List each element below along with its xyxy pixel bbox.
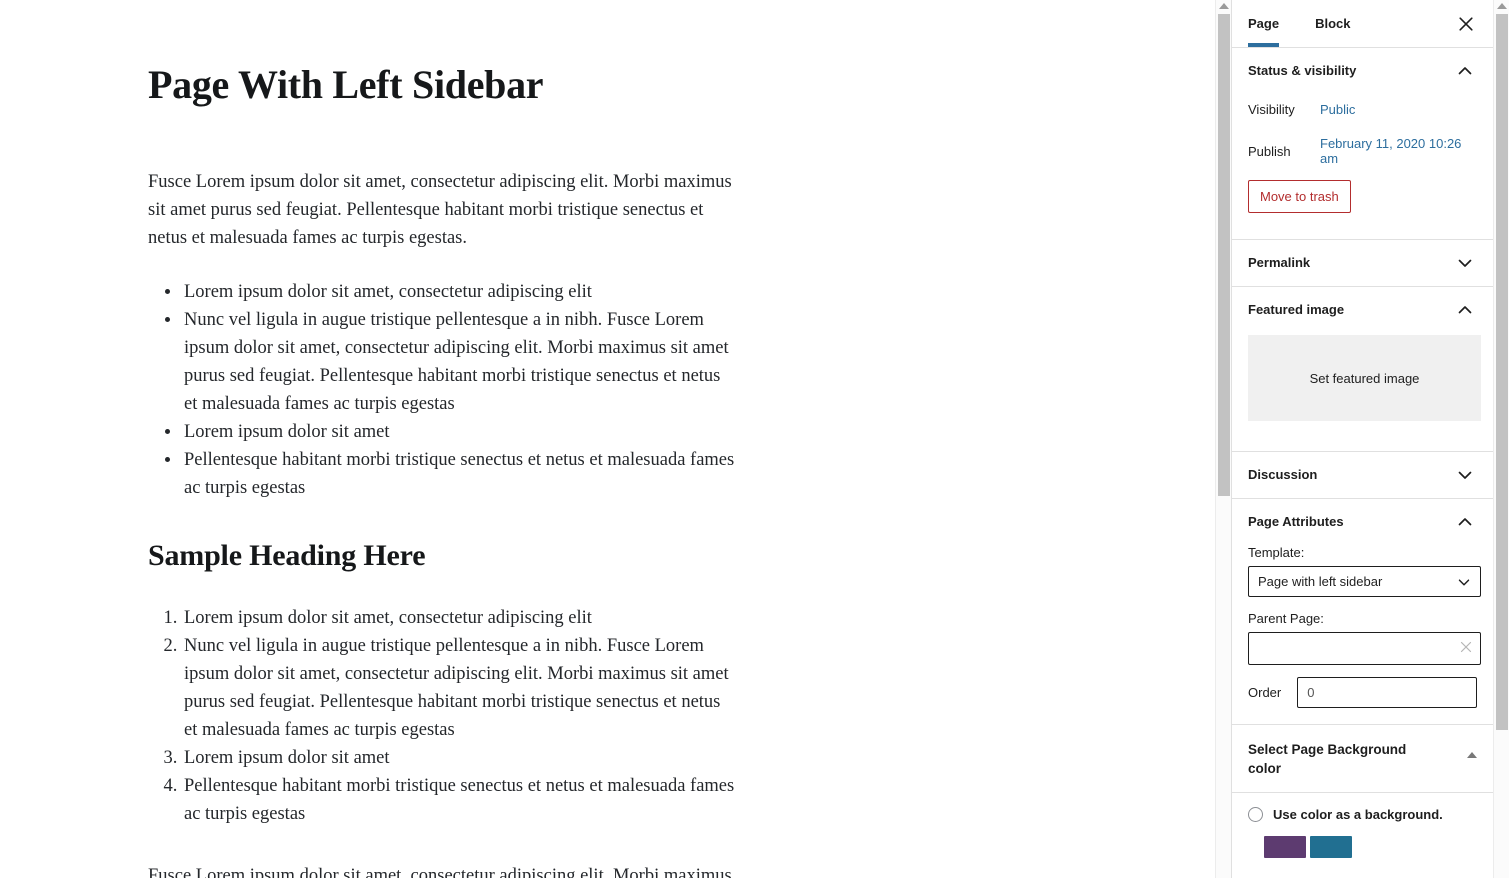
section-status-visibility-body: Visibility Public Publish February 11, 2…	[1248, 94, 1477, 239]
move-to-trash-button[interactable]: Move to trash	[1248, 180, 1351, 213]
section-title: Featured image	[1248, 302, 1345, 318]
template-label: Template:	[1248, 545, 1305, 560]
publish-row: Publish February 11, 2020 10:26 am	[1248, 136, 1477, 166]
section-status-visibility-header[interactable]: Status & visibility	[1248, 48, 1477, 94]
section-title: Page Attributes	[1248, 514, 1344, 530]
scroll-up-arrow-icon[interactable]	[1218, 3, 1229, 9]
color-swatch-row	[1248, 836, 1477, 858]
sidebar-scrollbar-thumb[interactable]	[1496, 14, 1508, 730]
order-row: Order	[1248, 677, 1478, 708]
publish-label: Publish	[1248, 143, 1291, 159]
list-item[interactable]: Lorem ipsum dolor sit amet	[182, 744, 738, 772]
sidebar-scrollbar[interactable]	[1493, 0, 1509, 878]
editor-canvas[interactable]: Page With Left Sidebar Fusce Lorem ipsum…	[0, 0, 1215, 878]
section-featured-image-body: Set featured image	[1248, 335, 1481, 451]
sidebar-tabs: Page Block	[1232, 0, 1493, 48]
editor-application: Page With Left Sidebar Fusce Lorem ipsum…	[0, 0, 1509, 878]
section-title: Discussion	[1248, 467, 1318, 483]
color-swatch-blue[interactable]	[1310, 836, 1352, 858]
settings-sidebar: Page Block Status & visibility Visibilit…	[1232, 0, 1509, 878]
section-permalink-header[interactable]: Permalink	[1248, 240, 1477, 286]
list-item[interactable]: Pellentesque habitant morbi tristique se…	[182, 446, 738, 502]
color-swatch-purple[interactable]	[1264, 836, 1306, 858]
section-status-visibility: Status & visibility Visibility Public Pu…	[1232, 48, 1493, 240]
section-title: Permalink	[1248, 255, 1311, 271]
set-featured-image-button[interactable]: Set featured image	[1248, 335, 1481, 421]
list-item[interactable]: Pellentesque habitant morbi tristique se…	[182, 772, 738, 828]
scroll-up-arrow-icon[interactable]	[1496, 3, 1507, 9]
section-title: Status & visibility	[1248, 63, 1357, 79]
list-item[interactable]: Nunc vel ligula in augue tristique pelle…	[182, 306, 738, 418]
partial-next-paragraph[interactable]: Fusce Lorem ipsum dolor sit amet, consec…	[148, 862, 738, 878]
section-featured-image: Featured image Set featured image	[1232, 287, 1493, 452]
bullet-list[interactable]: Lorem ipsum dolor sit amet, consectetur …	[148, 278, 738, 502]
chevron-up-icon[interactable]	[1453, 510, 1477, 534]
triangle-up-icon[interactable]	[1467, 752, 1477, 758]
clear-icon[interactable]	[1458, 640, 1474, 656]
tab-block[interactable]: Block	[1315, 0, 1366, 47]
section-title: Select Page Background color	[1248, 742, 1407, 776]
use-color-radio-row: Use color as a background.	[1248, 807, 1477, 822]
visibility-value-button[interactable]: Public	[1320, 102, 1355, 117]
visibility-row: Visibility Public	[1248, 94, 1477, 124]
settings-sidebar-content: Page Block Status & visibility Visibilit…	[1232, 0, 1493, 878]
section-page-background-color-body: Use color as a background.	[1232, 793, 1493, 858]
section-discussion-header[interactable]: Discussion	[1248, 452, 1477, 498]
chevron-down-icon[interactable]	[1453, 251, 1477, 275]
publish-date-button[interactable]: February 11, 2020 10:26 am	[1320, 136, 1477, 166]
page-title[interactable]: Page With Left Sidebar	[148, 62, 848, 108]
section-page-background-color: Select Page Background color Use color a…	[1232, 725, 1493, 858]
chevron-up-icon[interactable]	[1453, 59, 1477, 83]
section-featured-image-header[interactable]: Featured image	[1248, 287, 1477, 333]
list-item[interactable]: Lorem ipsum dolor sit amet, consectetur …	[182, 278, 738, 306]
section-page-background-color-header[interactable]: Select Page Background color	[1232, 725, 1493, 793]
template-select-wrapper: Page with left sidebar	[1248, 566, 1481, 597]
editor-scrollbar[interactable]	[1215, 0, 1231, 878]
section-page-attributes: Page Attributes Template: Page with left…	[1232, 499, 1493, 725]
chevron-down-icon[interactable]	[1453, 463, 1477, 487]
visibility-label: Visibility	[1248, 101, 1295, 117]
template-select[interactable]: Page with left sidebar	[1248, 566, 1481, 597]
list-item[interactable]: Lorem ipsum dolor sit amet, consectetur …	[182, 604, 738, 632]
parent-page-input[interactable]	[1248, 632, 1481, 665]
list-item[interactable]: Lorem ipsum dolor sit amet	[182, 418, 738, 446]
editor-region: Page With Left Sidebar Fusce Lorem ipsum…	[0, 0, 1231, 878]
post-content[interactable]: Fusce Lorem ipsum dolor sit amet, consec…	[148, 168, 738, 838]
order-input[interactable]	[1297, 677, 1478, 708]
section-page-attributes-header[interactable]: Page Attributes	[1248, 499, 1477, 545]
order-label: Order	[1248, 685, 1282, 700]
use-color-radio-label: Use color as a background.	[1273, 807, 1443, 822]
section-permalink: Permalink	[1232, 240, 1493, 287]
parent-page-wrapper	[1248, 632, 1481, 665]
chevron-up-icon[interactable]	[1453, 298, 1477, 322]
editor-scrollbar-thumb[interactable]	[1218, 14, 1230, 496]
use-color-radio[interactable]	[1248, 807, 1263, 822]
intro-paragraph[interactable]: Fusce Lorem ipsum dolor sit amet, consec…	[148, 168, 738, 252]
list-item[interactable]: Nunc vel ligula in augue tristique pelle…	[182, 632, 738, 744]
parent-page-label: Parent Page:	[1248, 611, 1324, 626]
section-page-attributes-body: Template: Page with left sidebar Parent …	[1248, 545, 1481, 724]
close-icon[interactable]	[1453, 11, 1479, 37]
tab-page[interactable]: Page	[1248, 0, 1295, 47]
section-heading[interactable]: Sample Heading Here	[148, 538, 738, 574]
numbered-list[interactable]: Lorem ipsum dolor sit amet, consectetur …	[148, 604, 738, 828]
section-discussion: Discussion	[1232, 452, 1493, 499]
